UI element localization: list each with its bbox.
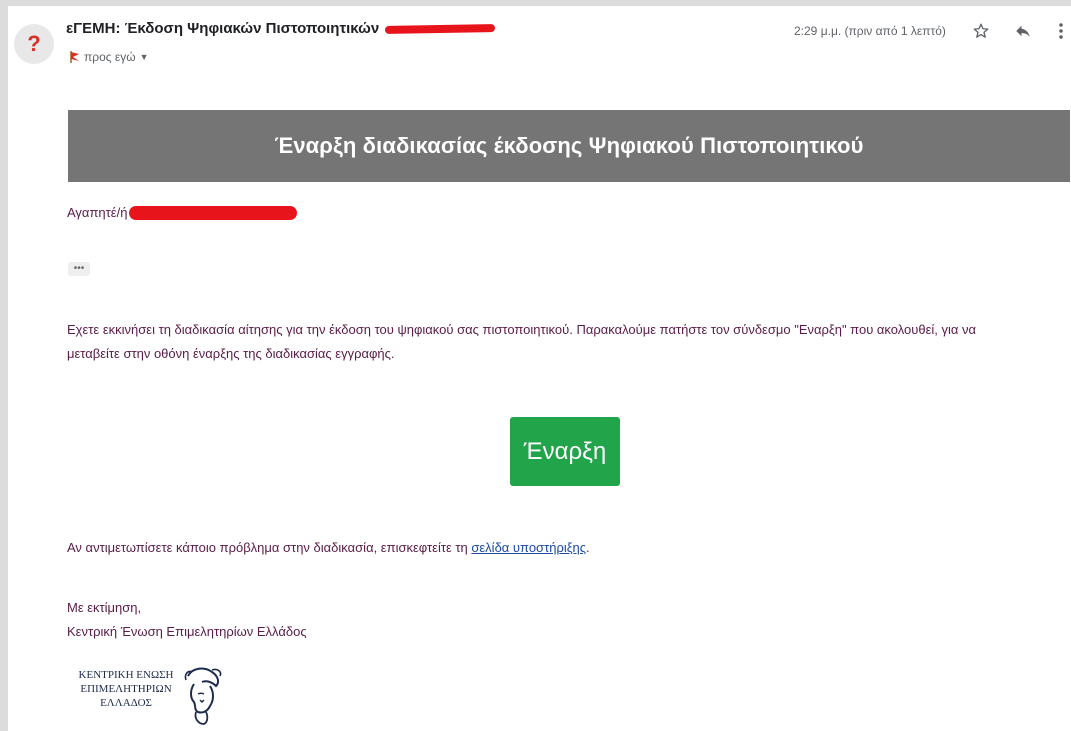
window-frame-top (0, 0, 1071, 6)
redacted-sender-address (385, 24, 496, 34)
recipient-label: προς εγώ (84, 50, 136, 64)
more-vert-icon[interactable] (1050, 20, 1071, 42)
signoff-line: Με εκτίμηση, (67, 600, 142, 615)
start-button-label: Έναρξη (523, 437, 607, 465)
chevron-down-icon[interactable]: ▼ (140, 52, 149, 62)
logo-line-3: ΕΛΛΑΔΟΣ (100, 697, 152, 709)
logo-line-2: ΕΠΙΜΕΛΗΤΗΡΙΩΝ (80, 683, 172, 695)
greeting-text: Αγαπητέ/ή (67, 205, 128, 220)
reply-icon[interactable] (1012, 20, 1034, 42)
organization-logo: ΚΕΝΤΡΙΚΗ ΕΝΩΣΗ ΕΠΙΜΕΛΗΤΗΡΙΩΝ ΕΛΛΑΔΟΣ (70, 666, 230, 726)
logo-line-1: ΚΕΝΤΡΙΚΗ ΕΝΩΣΗ (78, 669, 174, 681)
email-subject-text: εΓΕΜΗ: Έκδοση Ψηφιακών Πιστοποιητικών (66, 20, 380, 37)
help-paragraph: Αν αντιμετωπίσετε κάποιο πρόβλημα στην δ… (67, 540, 590, 555)
star-icon[interactable] (970, 20, 992, 42)
redacted-recipient-name (129, 205, 298, 220)
show-trimmed-content-button[interactable]: ••• (68, 262, 90, 276)
avatar-glyph: ? (27, 31, 41, 56)
help-text-prefix: Αν αντιμετωπίσετε κάποιο πρόβλημα στην δ… (67, 540, 472, 555)
signoff-org: Κεντρική Ένωση Επιμελητηρίων Ελλάδος (67, 624, 307, 639)
email-body-paragraph: Εχετε εκκινήσει τη διαδικασία αίτησης γι… (67, 322, 977, 361)
banner-title: Έναρξη διαδικασίας έκδοσης Ψηφιακού Πιστ… (274, 133, 864, 158)
start-button[interactable]: Έναρξη (510, 417, 620, 486)
greeting: Αγαπητέ/ή (67, 205, 298, 220)
hermes-head-icon (182, 666, 222, 731)
email-subject: εΓΕΜΗ: Έκδοση Ψηφιακών Πιστοποιητικών (66, 20, 496, 37)
logo-text: ΚΕΝΤΡΙΚΗ ΕΝΩΣΗ ΕΠΙΜΕΛΗΤΗΡΙΩΝ ΕΛΛΑΔΟΣ (70, 668, 182, 710)
important-flag-icon (70, 51, 80, 63)
email-banner: Έναρξη διαδικασίας έκδοσης Ψηφιακού Πιστ… (68, 110, 1070, 182)
recipient-line[interactable]: προς εγώ ▼ (70, 50, 149, 64)
help-text-suffix: . (586, 540, 590, 555)
support-page-link[interactable]: σελίδα υποστήριξης (471, 540, 586, 555)
sender-avatar[interactable]: ? (14, 24, 54, 64)
email-timestamp: 2:29 μ.μ. (πριν από 1 λεπτό) (794, 24, 946, 38)
window-frame-left (0, 0, 8, 731)
signature: Με εκτίμηση, Κεντρική Ένωση Επιμελητηρίω… (67, 596, 307, 644)
